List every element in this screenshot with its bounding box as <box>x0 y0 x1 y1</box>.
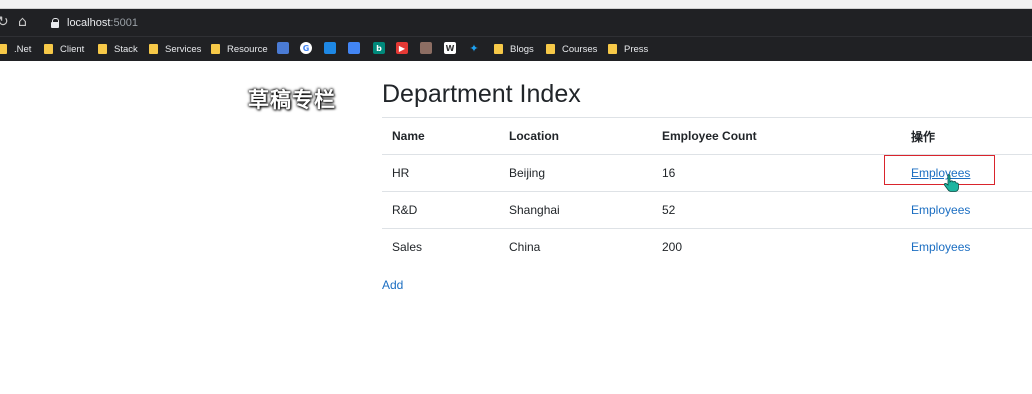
bookmark-label: Services <box>165 43 202 55</box>
column-header-location: Location <box>499 117 652 155</box>
watermark-logo: 草稿专栏 <box>248 88 336 112</box>
cell-name: Sales <box>382 228 499 266</box>
bookmark-label: .Net <box>14 43 32 55</box>
employees-link[interactable]: Employees <box>911 240 970 254</box>
folder-icon <box>546 44 555 54</box>
highlight-box <box>884 155 995 185</box>
site-favicon-icon[interactable] <box>277 42 289 54</box>
chart-favicon-icon[interactable] <box>420 42 432 54</box>
browser-address-bar: ↻ ⌂ localhost:5001 <box>0 9 1032 36</box>
youtube-icon[interactable]: ▶ <box>396 42 408 54</box>
cell-employee-count: 52 <box>652 191 901 229</box>
bookmark-resource[interactable]: Resource <box>211 41 268 57</box>
department-table: Name Location Employee Count 操作 HR Beiji… <box>382 117 1032 266</box>
bookmark-label: Courses <box>562 43 598 55</box>
bookmark-label: Press <box>624 43 649 55</box>
lock-icon <box>51 17 60 29</box>
cell-name: HR <box>382 154 499 192</box>
twitter-icon[interactable]: ✦ <box>468 42 480 55</box>
cell-location: China <box>499 228 652 266</box>
bookmark-press[interactable]: Press <box>608 41 648 57</box>
folder-icon <box>98 44 107 54</box>
bookmark-label: Resource <box>227 43 268 55</box>
bookmark-label: Stack <box>114 43 138 55</box>
column-header-name: Name <box>382 117 499 155</box>
url-field[interactable]: localhost:5001 <box>51 14 138 32</box>
url-host: localhost <box>67 17 111 29</box>
page-title: Department Index <box>382 80 581 108</box>
cell-employee-count: 200 <box>652 228 901 266</box>
folder-icon <box>608 44 617 54</box>
employees-link[interactable]: Employees <box>911 203 970 217</box>
cell-location: Beijing <box>499 154 652 192</box>
bookmarks-bar: .Net Client Stack Services Resource G b … <box>0 36 1032 61</box>
browser-top-strip <box>0 0 1032 9</box>
wikipedia-icon[interactable]: W <box>444 42 456 54</box>
google-icon[interactable]: G <box>300 42 312 54</box>
google-translate-icon[interactable] <box>348 42 360 54</box>
folder-icon <box>494 44 503 54</box>
bookmark-label: Client <box>60 43 85 55</box>
translate-icon[interactable] <box>324 42 336 54</box>
table-header-row: Name Location Employee Count 操作 <box>382 117 1032 155</box>
folder-icon <box>149 44 158 54</box>
cell-name: R&D <box>382 191 499 229</box>
table-row: R&D Shanghai 52 Employees <box>382 191 1032 229</box>
cell-location: Shanghai <box>499 191 652 229</box>
column-header-employee-count: Employee Count <box>652 117 901 155</box>
column-header-action: 操作 <box>901 117 1032 155</box>
add-link[interactable]: Add <box>382 278 403 292</box>
home-icon[interactable]: ⌂ <box>18 13 27 31</box>
bookmark-services[interactable]: Services <box>149 41 201 57</box>
folder-icon <box>44 44 53 54</box>
bookmark-courses[interactable]: Courses <box>546 41 597 57</box>
bookmark-stack[interactable]: Stack <box>98 41 138 57</box>
table-row: Sales China 200 Employees <box>382 228 1032 266</box>
folder-icon <box>0 44 7 54</box>
bing-icon[interactable]: b <box>373 42 385 54</box>
bookmark-blogs[interactable]: Blogs <box>494 41 534 57</box>
bookmark-net[interactable]: .Net <box>0 41 31 57</box>
cell-employee-count: 16 <box>652 154 901 192</box>
hand-cursor-icon <box>943 174 959 192</box>
reload-icon[interactable]: ↻ <box>0 13 9 31</box>
url-port: :5001 <box>110 17 138 29</box>
bookmark-client[interactable]: Client <box>44 41 84 57</box>
bookmark-label: Blogs <box>510 43 534 55</box>
folder-icon <box>211 44 220 54</box>
